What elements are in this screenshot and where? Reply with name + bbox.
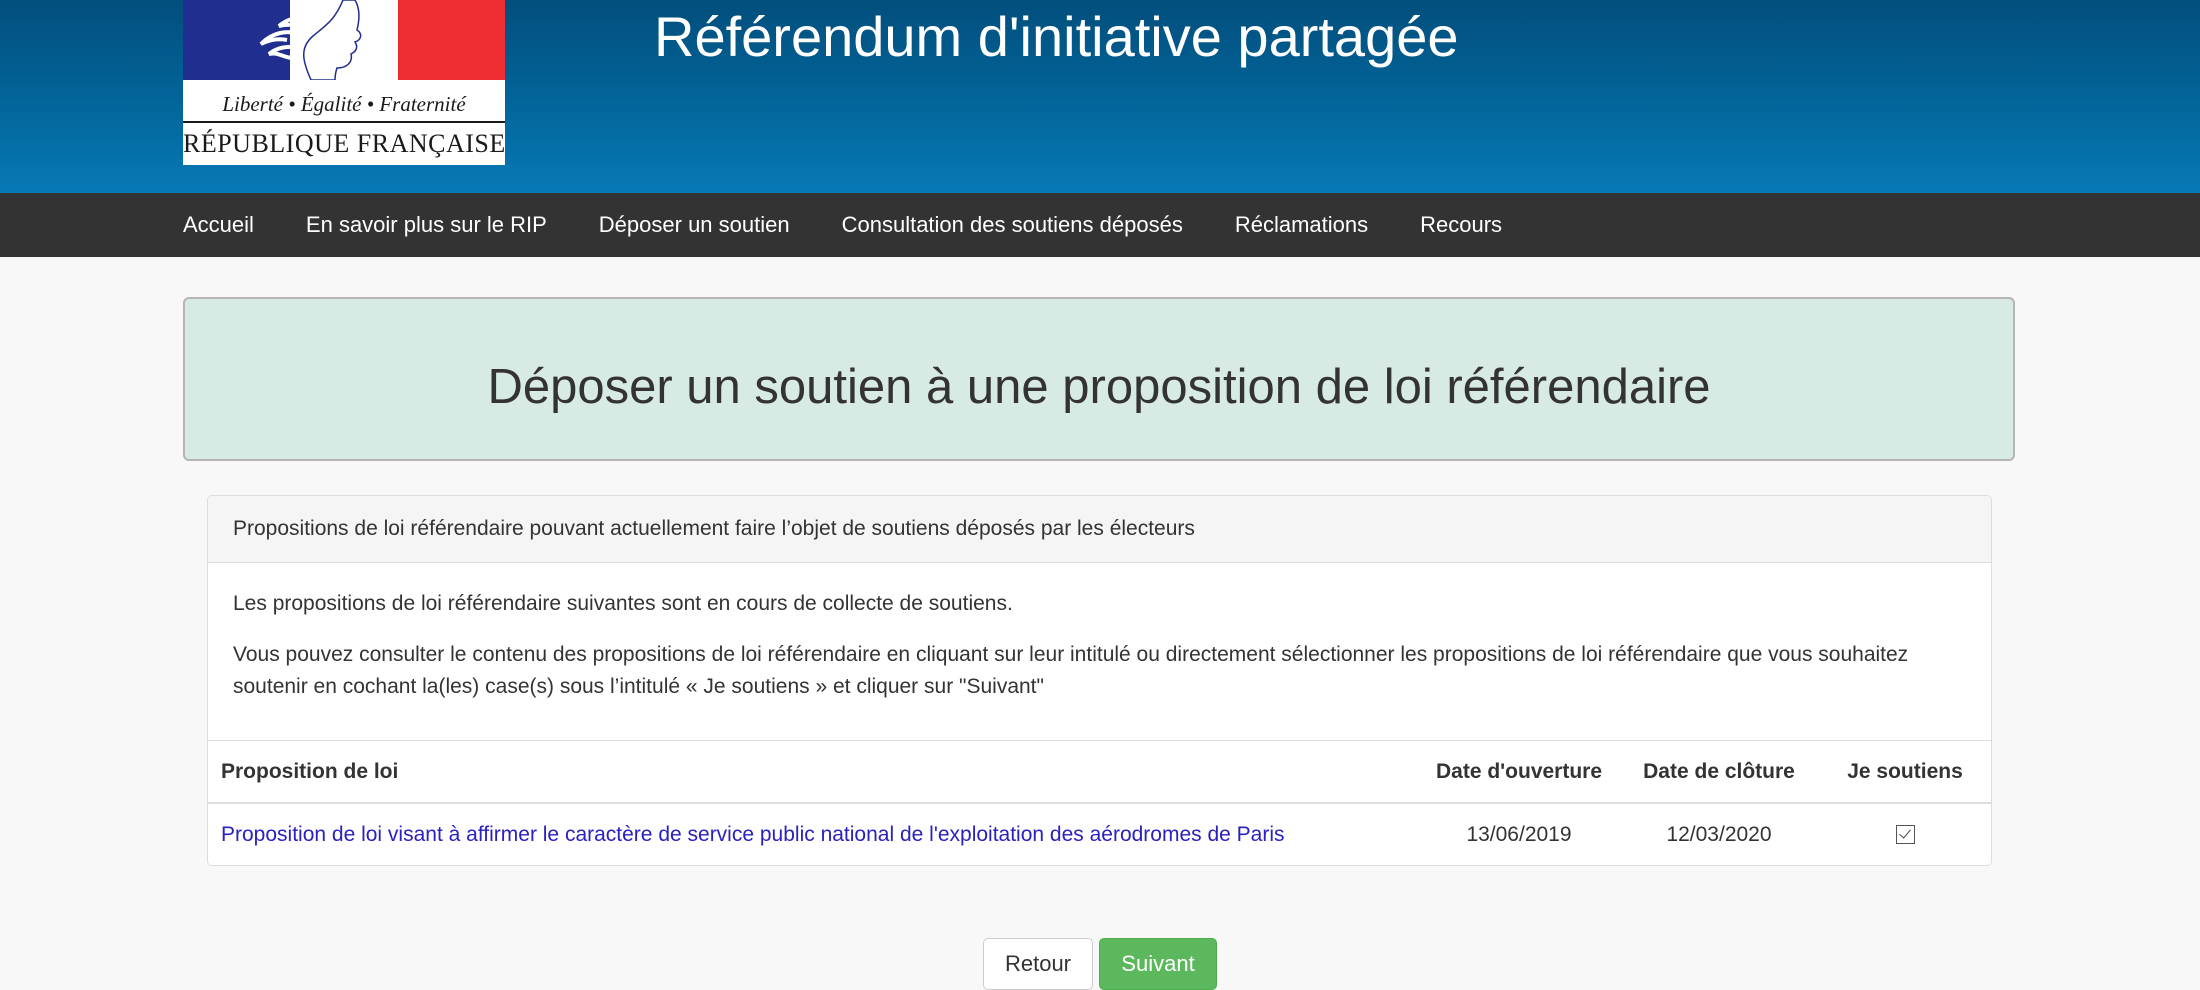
proposition-cell: Proposition de loi visant à affirmer le …: [208, 803, 1419, 865]
logo-divider: [183, 121, 505, 123]
column-header-date-cloture: Date de clôture: [1619, 741, 1819, 804]
suivant-button[interactable]: Suivant: [1099, 938, 1217, 990]
republique-francaise-logo[interactable]: Liberté • Égalité • Fraternité RÉPUBLIQU…: [183, 0, 505, 165]
panel-instructions-text: Vous pouvez consulter le contenu des pro…: [233, 643, 1909, 698]
site-title: Référendum d'initiative partagée: [654, 5, 1459, 68]
table-row: Proposition de loi visant à affirmer le …: [208, 803, 1991, 865]
page-title: Déposer un soutien à une proposition de …: [487, 360, 1711, 414]
retour-button[interactable]: Retour: [983, 938, 1093, 990]
column-header-date-ouverture: Date d'ouverture: [1419, 741, 1619, 804]
panel-heading: Propositions de loi référendaire pouvant…: [208, 496, 1991, 563]
marianne-profile-icon: [259, 0, 362, 80]
panel-title: Propositions de loi référendaire pouvant…: [233, 517, 1195, 540]
date-cloture-cell: 12/03/2020: [1666, 822, 1772, 846]
nav-item-deposer-soutien[interactable]: Déposer un soutien: [599, 212, 790, 238]
main-navbar: Accueil En savoir plus sur le RIP Dépose…: [0, 193, 2200, 257]
je-soutiens-cell: [1819, 803, 1991, 865]
logo-republic-name: RÉPUBLIQUE FRANÇAISE: [183, 129, 506, 158]
je-soutiens-checkbox[interactable]: [1895, 825, 1915, 845]
date-ouverture-cell: 13/06/2019: [1466, 822, 1572, 846]
propositions-panel: Propositions de loi référendaire pouvant…: [207, 495, 1992, 866]
nav-item-recours[interactable]: Recours: [1420, 212, 1502, 238]
nav-item-reclamations[interactable]: Réclamations: [1235, 212, 1368, 238]
nav-item-accueil[interactable]: Accueil: [183, 212, 254, 238]
propositions-table-wrapper: Proposition de loi Date d'ouverture Date…: [208, 740, 1991, 865]
panel-intro-text: Les propositions de loi référendaire sui…: [233, 592, 1013, 615]
logo-motto: Liberté • Égalité • Fraternité: [222, 92, 466, 116]
table-header-row: Proposition de loi Date d'ouverture Date…: [208, 741, 1991, 804]
nav-item-consultation[interactable]: Consultation des soutiens déposés: [842, 212, 1183, 238]
propositions-table: Proposition de loi Date d'ouverture Date…: [208, 741, 1991, 865]
site-header: Liberté • Égalité • Fraternité RÉPUBLIQU…: [0, 0, 2200, 193]
column-header-proposition: Proposition de loi: [208, 741, 1419, 804]
column-header-je-soutiens: Je soutiens: [1819, 741, 1991, 804]
nav-item-en-savoir-plus[interactable]: En savoir plus sur le RIP: [306, 212, 547, 238]
nav-list: Accueil En savoir plus sur le RIP Dépose…: [183, 193, 1554, 257]
page-title-banner: Déposer un soutien à une proposition de …: [183, 297, 2015, 461]
proposition-link[interactable]: Proposition de loi visant à affirmer le …: [221, 823, 1285, 846]
